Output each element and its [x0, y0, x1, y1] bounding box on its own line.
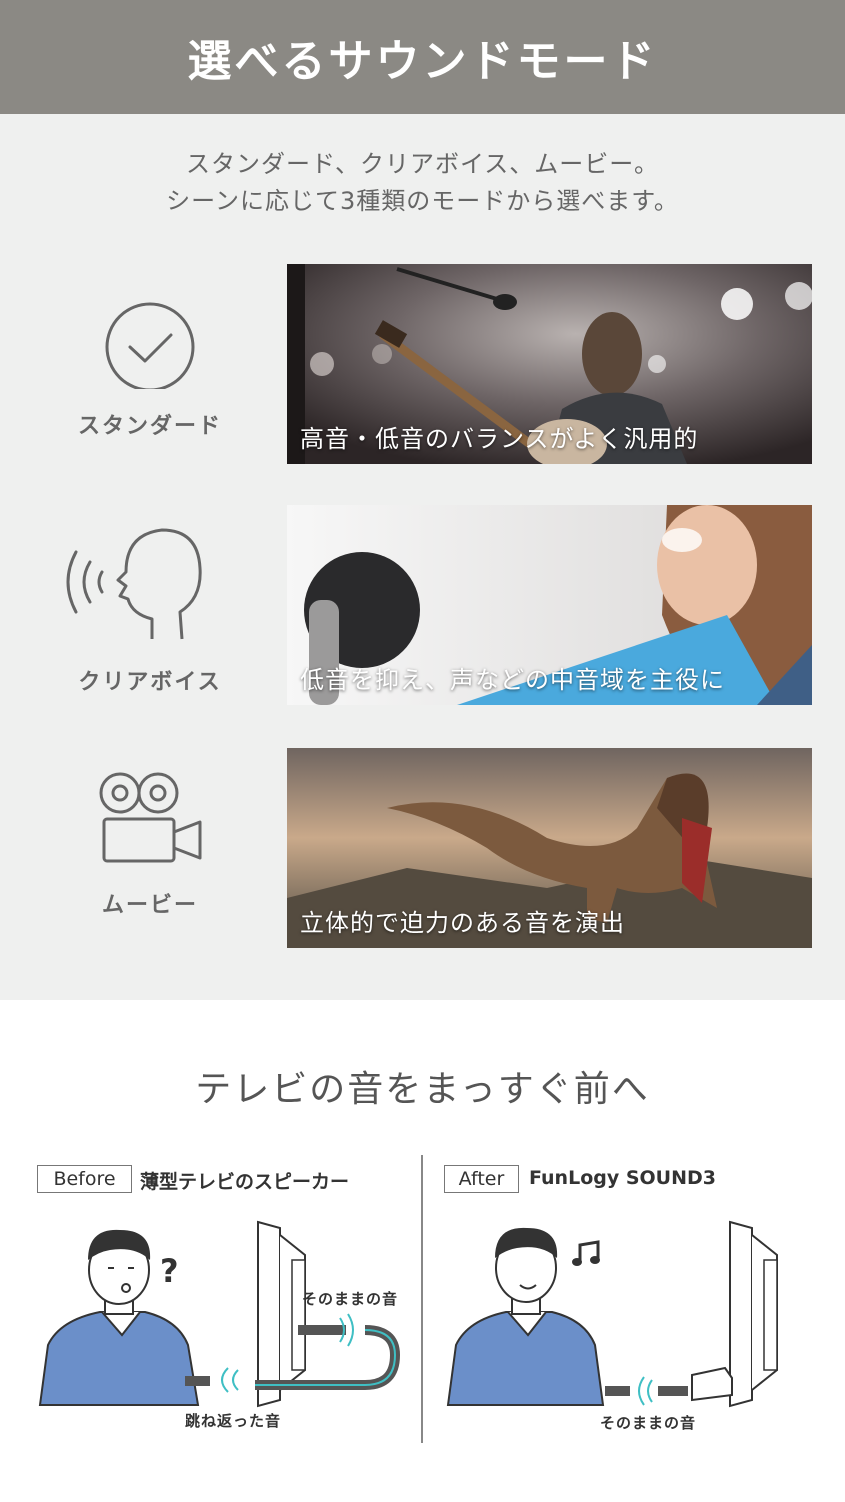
- intro-line-2: シーンに応じて3種類のモードから選べます。: [166, 187, 679, 215]
- before-direct-sound-label: そのままの音: [302, 1290, 399, 1308]
- sound-modes-section: スタンダード、クリアボイス、ムービー。 シーンに応じて3種類のモードから選べます…: [0, 114, 845, 1000]
- speaking-head-icon: [54, 524, 244, 684]
- movie-photo: 立体的で迫力のある音を演出: [287, 748, 812, 948]
- after-description: FunLogy SOUND3: [529, 1167, 717, 1189]
- before-illustration: ? そのままの音 跳ね返った音: [30, 1200, 410, 1440]
- clear-voice-photo: 低音を抑え、声などの中音域を主役に: [287, 505, 812, 705]
- mode-label-clear-voice: クリアボイス: [78, 670, 222, 695]
- standard-photo: 高音・低音のバランスがよく汎用的: [287, 264, 812, 464]
- photo-caption-standard: 高音・低音のバランスがよく汎用的: [300, 425, 699, 453]
- before-description: 薄型テレビのスピーカー: [140, 1171, 350, 1193]
- page-title: 選べるサウンドモード: [187, 36, 658, 87]
- photo-caption-clear-voice: 低音を抑え、声などの中音域を主役に: [300, 666, 725, 694]
- before-tag: Before: [37, 1165, 132, 1193]
- before-reflected-sound-label: 跳ね返った音: [185, 1412, 282, 1430]
- mode-label-movie: ムービー: [101, 893, 198, 918]
- photo-caption-movie: 立体的で迫力のある音を演出: [300, 909, 625, 937]
- after-illustration: そのままの音: [440, 1200, 820, 1440]
- intro-line-1: スタンダード、クリアボイス、ムービー。: [185, 150, 660, 178]
- comparison-title: テレビの音をまっすぐ前へ: [195, 1069, 650, 1110]
- after-tag: After: [444, 1165, 519, 1193]
- comparison-divider: [421, 1155, 423, 1443]
- intro-text: スタンダード、クリアボイス、ムービー。 シーンに応じて3種類のモードから選べます…: [0, 146, 845, 220]
- header-banner: 選べるサウンドモード: [0, 0, 845, 114]
- after-direct-sound-label: そのままの音: [600, 1414, 697, 1432]
- mode-label-standard: スタンダード: [77, 414, 222, 439]
- svg-text:?: ?: [160, 1252, 179, 1290]
